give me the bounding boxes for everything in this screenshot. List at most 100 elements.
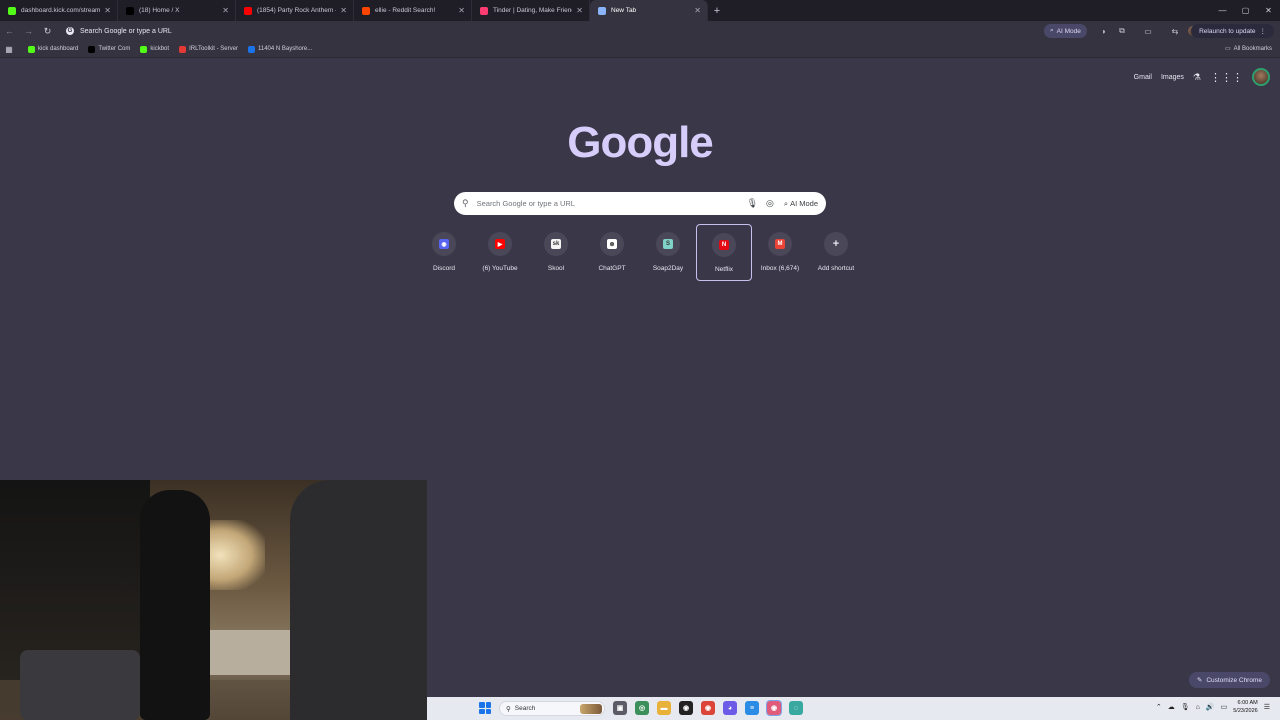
shortcut-6[interactable]: M Inbox (6,674) [752, 224, 808, 281]
ai-mode-button[interactable]: ⌕ AI Mode [784, 199, 818, 209]
network-icon[interactable]: ⌂ [1196, 704, 1200, 711]
extensions-icon[interactable]: ⧉ [1116, 25, 1128, 37]
search-input[interactable] [476, 199, 739, 208]
folder-icon: ▭ [1224, 46, 1231, 52]
omnibox-text: Search Google or type a URL [80, 27, 172, 35]
bookmarks-bar: ▦ kick dashboard Twitter Com kickbot IRLToo… [0, 41, 1280, 58]
back-icon[interactable]: ← [0, 21, 19, 41]
customize-chrome-button[interactable]: ✎ Customize Chrome [1188, 672, 1270, 688]
taskbar-search-label: Search [514, 705, 536, 712]
maximize-icon[interactable]: ▢ [1234, 0, 1257, 21]
tab-4[interactable]: Tinder | Dating, Make Friends & ✕ [472, 0, 590, 21]
youtube-icon: ▶ [495, 239, 505, 249]
notifications-icon[interactable]: ☰ [1264, 703, 1270, 711]
forward-icon[interactable]: → [19, 21, 38, 41]
webcam-person-right [290, 480, 427, 720]
shortcut-7[interactable]: + Add shortcut [808, 224, 864, 281]
shortcut-3[interactable]: ⊛ ChatGPT [584, 224, 640, 281]
search-icon: ⚲ [462, 198, 469, 208]
tab-close-icon[interactable]: ✕ [104, 6, 111, 15]
tab-close-icon[interactable]: ✕ [222, 6, 229, 15]
app-icon[interactable]: ◌ [789, 701, 803, 715]
webcam-overlay [0, 480, 427, 720]
taskbar-search[interactable]: ⚲ Search [499, 701, 605, 716]
shortcut-0[interactable]: ◉ Discord [416, 224, 472, 281]
omnibox[interactable]: G Search Google or type a URL [60, 23, 1090, 39]
plus-icon: + [832, 238, 840, 250]
shortcut-1[interactable]: ▶ (6) YouTube [472, 224, 528, 281]
all-bookmarks-button[interactable]: ▭ All Bookmarks [1224, 45, 1272, 53]
taskbar-clock[interactable]: 6:00 AM 5/23/2026 [1233, 699, 1257, 715]
taskbar-search-icon: ⚲ [506, 705, 511, 713]
ai-mode-label: AI Mode [790, 199, 818, 208]
window-controls: — ▢ ✕ [1211, 0, 1280, 21]
tab-3[interactable]: ellie - Reddit Search! ✕ [354, 0, 472, 21]
tray-chevron-icon[interactable]: ⌃ [1156, 703, 1162, 711]
reload-icon[interactable]: ↻ [38, 21, 57, 41]
shortcuts-grid: ◉ Discord ▶ (6) YouTube sk Skool ⊛ ChatGPT S Soap… [416, 224, 864, 281]
google-g-icon: G [66, 27, 74, 35]
tab-strip: dashboard.kick.com/stream ✕ (18) Home / X ✕… [0, 0, 1280, 21]
bookmark-4[interactable]: 11404 N Bayshore... [247, 45, 312, 53]
windows-taskbar: ⚲ Search ▣ ◎ ▬ ◉ ◉ ◕ ≡ ◉ ◌ ⌃ ☁ 🎙 ⌂ 🔊 ▭ 6… [427, 697, 1280, 720]
volume-icon[interactable]: 🔊 [1206, 703, 1215, 711]
shortcut-label: Discord [432, 265, 456, 272]
skool-icon: sk [551, 239, 561, 249]
media-icon[interactable]: ◗ [1098, 25, 1110, 37]
tab-0[interactable]: dashboard.kick.com/stream ✕ [0, 0, 118, 21]
apps-grid-icon[interactable]: ▦ [0, 45, 18, 54]
account-avatar[interactable] [1252, 68, 1270, 86]
chrome-icon[interactable]: ◉ [701, 701, 715, 715]
bookmark-2[interactable]: kickbot [140, 45, 170, 53]
minimize-icon[interactable]: — [1211, 0, 1234, 21]
shortcut-2[interactable]: sk Skool [528, 224, 584, 281]
windows-start-icon[interactable] [479, 702, 491, 714]
tab-5[interactable]: New Tab ✕ [590, 0, 708, 21]
tab-1[interactable]: (18) Home / X ✕ [118, 0, 236, 21]
close-window-icon[interactable]: ✕ [1257, 0, 1280, 21]
gmail-link[interactable]: Gmail [1134, 74, 1152, 81]
labs-flask-icon[interactable]: ⚗ [1193, 72, 1201, 83]
x-icon [88, 45, 96, 53]
sidepanel-icon[interactable]: ▭ [1142, 25, 1154, 37]
discord-taskbar-icon[interactable]: ◕ [723, 701, 737, 715]
tab-close-icon[interactable]: ✕ [340, 6, 347, 15]
relaunch-button[interactable]: Relaunch to update ⋮ [1191, 24, 1274, 38]
menu-kebab-icon: ⋮ [1259, 28, 1267, 35]
browser-active-icon[interactable]: ◉ [766, 700, 782, 716]
images-link[interactable]: Images [1161, 74, 1184, 81]
shortcut-5[interactable]: N Netflix [696, 224, 752, 281]
ntp-search-box[interactable]: ⚲ 🎙 ◎ ⌕ AI Mode [454, 192, 826, 215]
battery-icon[interactable]: ▭ [1221, 703, 1228, 711]
bookmark-label: kickbot [150, 46, 170, 52]
omnibox-ai-mode-button[interactable]: ⌕ AI Mode [1044, 24, 1087, 38]
chrome-canary-icon[interactable]: ◎ [635, 701, 649, 715]
relaunch-label: Relaunch to update [1199, 27, 1256, 35]
tray-mic-icon[interactable]: 🎙 [1181, 703, 1190, 711]
new-tab-button[interactable]: + [708, 0, 726, 21]
tab-search-icon[interactable]: ⇆ [1169, 25, 1181, 37]
bookmark-0[interactable]: kick dashboard [28, 45, 78, 53]
chrome-icon [598, 6, 606, 15]
shortcut-tile: M [768, 232, 792, 256]
tab-2[interactable]: (1854) Party Rock Anthem - Yo ✕ [236, 0, 354, 21]
bookmark-1[interactable]: Twitter Com [88, 45, 131, 53]
task-view-icon[interactable]: ▣ [613, 701, 627, 715]
reddit-icon [362, 6, 370, 15]
shortcut-label: (6) YouTube [482, 265, 518, 272]
shortcut-4[interactable]: S Soap2Day [640, 224, 696, 281]
tab-close-icon[interactable]: ✕ [576, 6, 583, 15]
notepad-icon[interactable]: ≡ [745, 701, 759, 715]
microphone-icon[interactable]: 🎙 [747, 198, 758, 209]
tray-cloud-icon[interactable]: ☁ [1168, 703, 1175, 711]
tab-close-icon[interactable]: ✕ [694, 6, 701, 15]
tab-title: (18) Home / X [139, 7, 180, 14]
bookmark-label: Twitter Com [98, 46, 131, 52]
bookmark-3[interactable]: IRLToolkit - Server [179, 45, 238, 53]
google-apps-icon[interactable]: ⋮⋮⋮ [1210, 71, 1243, 84]
obs-icon[interactable]: ◉ [679, 701, 693, 715]
google-lens-icon[interactable]: ◎ [766, 198, 774, 209]
tab-close-icon[interactable]: ✕ [458, 6, 465, 15]
file-explorer-icon[interactable]: ▬ [657, 701, 671, 715]
tab-title: dashboard.kick.com/stream [21, 7, 101, 14]
